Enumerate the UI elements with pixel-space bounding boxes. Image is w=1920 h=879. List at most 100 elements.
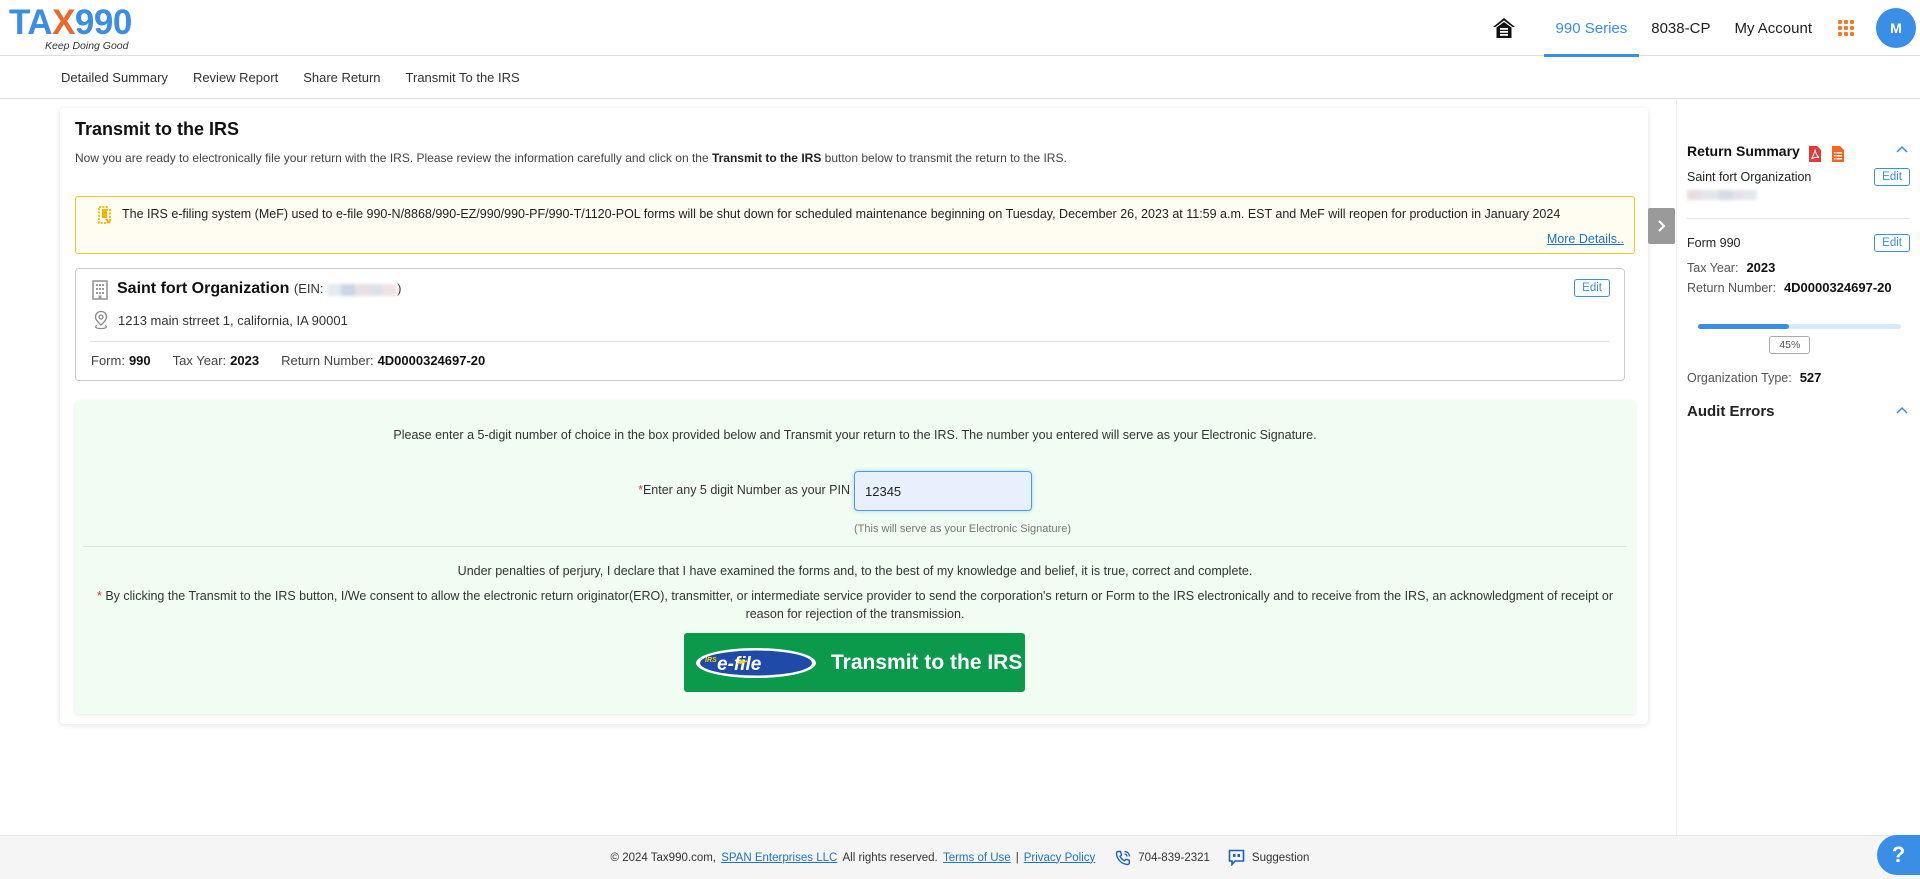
- tax-year-value: 2023: [1746, 260, 1776, 275]
- consent-statement: * By clicking the Transmit to the IRS bu…: [91, 587, 1619, 623]
- organization-type-value: 527: [1799, 370, 1822, 385]
- help-button[interactable]: ?: [1877, 835, 1920, 875]
- ein-prefix: (EIN:: [293, 281, 328, 296]
- return-number-value: 4D0000324697-20: [1783, 280, 1892, 295]
- nav-8038-cp[interactable]: 8038-CP: [1639, 0, 1722, 56]
- signature-panel: Please enter a 5-digit number of choice …: [75, 401, 1635, 714]
- consent-text: By clicking the Transmit to the IRS butt…: [105, 589, 1614, 621]
- intro-text-start: Now you are ready to electronically file…: [75, 151, 712, 165]
- efile-logo-text: e-file: [717, 654, 762, 675]
- pin-label-text: Enter any 5 digit Number as your PIN: [642, 483, 850, 497]
- sidebar-return-number: Return Number: 4D0000324697-20: [1687, 280, 1892, 295]
- privacy-policy-link[interactable]: Privacy Policy: [1024, 852, 1096, 864]
- edit-form-button[interactable]: Edit: [1874, 234, 1910, 252]
- pin-input[interactable]: [854, 471, 1032, 511]
- organization-name: Saint fort Organization (EIN: ): [117, 280, 401, 298]
- footer: © 2024 Tax990.com, SPAN Enterprises LLC …: [0, 835, 1920, 879]
- user-avatar[interactable]: M: [1876, 8, 1916, 48]
- edit-organization-sidebar-button[interactable]: Edit: [1874, 168, 1910, 186]
- return-number-value: 4D0000324697-20: [377, 353, 486, 368]
- tax990-logo[interactable]: TAX990 Keep Doing Good: [9, 4, 139, 53]
- chevron-up-icon[interactable]: [1896, 145, 1908, 155]
- phone-icon: [1116, 850, 1131, 865]
- tax-year-value: 2023: [230, 353, 260, 368]
- sidebar-organization-name: Saint fort Organization: [1687, 170, 1812, 184]
- form-value: 990: [128, 353, 151, 368]
- divider: [1687, 218, 1910, 219]
- suggestion-text: Suggestion: [1251, 851, 1310, 864]
- sidebar-toggle-button[interactable]: [1648, 208, 1675, 244]
- subnav-review-report[interactable]: Review Report: [193, 70, 278, 85]
- top-nav: 990 Series 8038-CP My Account M: [1490, 0, 1920, 57]
- transmit-card: Transmit to the IRS Now you are ready to…: [60, 108, 1648, 724]
- ein-redacted: [327, 283, 398, 296]
- apps-grid-icon[interactable]: [1838, 20, 1854, 36]
- pdf-icon[interactable]: [1808, 145, 1822, 163]
- alert-message: The IRS e-filing system (MeF) used to e-…: [122, 207, 1561, 221]
- organization-type-label: Organization Type:: [1687, 371, 1792, 385]
- subnav-transmit-to-irs[interactable]: Transmit To the IRS: [406, 70, 520, 85]
- home-icon[interactable]: [1490, 14, 1518, 42]
- nav-my-account[interactable]: My Account: [1722, 0, 1824, 56]
- logo-text-b: 990: [74, 3, 132, 42]
- return-number-label: Return Number:: [1687, 281, 1776, 295]
- subnav-share-return[interactable]: Share Return: [303, 70, 380, 85]
- intro-text-bold: Transmit to the IRS: [711, 151, 822, 165]
- document-list-icon[interactable]: [1831, 145, 1845, 163]
- nav-990-series[interactable]: 990 Series: [1543, 0, 1640, 57]
- organization-address: 1213 main strreet 1, california, IA 9000…: [118, 313, 348, 328]
- subnav-detailed-summary[interactable]: Detailed Summary: [61, 70, 168, 85]
- return-summary-sidebar: Return Summary Saint fort Organization E…: [1676, 100, 1920, 835]
- logo-wordmark: TAX990: [9, 4, 139, 42]
- maintenance-alert: The IRS e-filing system (MeF) used to e-…: [75, 196, 1635, 254]
- intro-text: Now you are ready to electronically file…: [75, 151, 1067, 165]
- tax-year-label: Tax Year:: [172, 353, 227, 368]
- chevron-up-icon[interactable]: [1896, 406, 1908, 416]
- chevron-right-icon: [1657, 220, 1665, 232]
- building-icon: [92, 280, 108, 300]
- sidebar-organization-type: Organization Type: 527: [1687, 370, 1821, 385]
- transmit-to-irs-button[interactable]: IRS e-file Transmit to the IRS: [684, 633, 1025, 692]
- sub-navigation: Detailed Summary Review Report Share Ret…: [0, 57, 1920, 99]
- divider: [83, 546, 1627, 547]
- phone-contact[interactable]: 704-839-2321: [1115, 850, 1210, 866]
- divider: [90, 341, 1610, 342]
- suggestion-link[interactable]: Suggestion: [1228, 849, 1310, 866]
- transmit-button-label: Transmit to the IRS: [831, 650, 1023, 674]
- form-info: Form: 990: [91, 353, 151, 368]
- pin-hint: (This will serve as your Electronic Sign…: [854, 523, 1072, 535]
- progress-percent-label: 45%: [1769, 336, 1811, 354]
- announcement-icon: [98, 206, 111, 224]
- signature-instructions: Please enter a 5-digit number of choice …: [393, 428, 1317, 442]
- logo-text-a: TA: [9, 3, 53, 42]
- more-details-link[interactable]: More Details..: [1547, 232, 1624, 246]
- sidebar-tax-year: Tax Year: 2023: [1687, 260, 1775, 275]
- ein-suffix: ): [397, 281, 402, 296]
- span-enterprises-link[interactable]: SPAN Enterprises LLC: [721, 852, 837, 864]
- organization-ein: (EIN: ): [294, 281, 402, 296]
- progress-fill: [1698, 324, 1790, 329]
- organization-name-text: Saint fort Organization: [117, 280, 290, 297]
- top-header: TAX990 Keep Doing Good 990 Series 8038-C…: [0, 0, 1920, 57]
- intro-text-end: button below to transmit the return to t…: [821, 151, 1067, 165]
- phone-number: 704-839-2321: [1138, 851, 1210, 864]
- required-mark: *: [96, 589, 102, 603]
- form-label: Form:: [91, 353, 125, 368]
- edit-organization-button[interactable]: Edit: [1574, 279, 1610, 297]
- return-summary-title: Return Summary: [1687, 143, 1800, 159]
- organization-card: Saint fort Organization (EIN: ) 1213 mai…: [75, 268, 1625, 381]
- location-pin-icon: [94, 310, 108, 330]
- irs-efile-logo: IRS e-file: [696, 647, 816, 678]
- return-meta: Form: 990 Tax Year: 2023 Return Number: 4D0…: [91, 353, 485, 368]
- efile-logo-irs: IRS: [705, 657, 717, 664]
- page-title: Transmit to the IRS: [75, 119, 240, 139]
- rights-text: All rights reserved.: [842, 851, 938, 864]
- copyright-text: © 2024 Tax990.com,: [610, 851, 716, 864]
- sidebar-form-label: Form 990: [1687, 236, 1741, 250]
- separator: |: [1015, 851, 1019, 864]
- pin-label: *Enter any 5 digit Number as your PIN: [638, 483, 850, 497]
- sidebar-ein-redacted: [1687, 190, 1757, 200]
- logo-tagline: Keep Doing Good: [45, 40, 129, 52]
- terms-of-use-link[interactable]: Terms of Use: [943, 852, 1011, 864]
- return-number-label: Return Number:: [281, 353, 374, 368]
